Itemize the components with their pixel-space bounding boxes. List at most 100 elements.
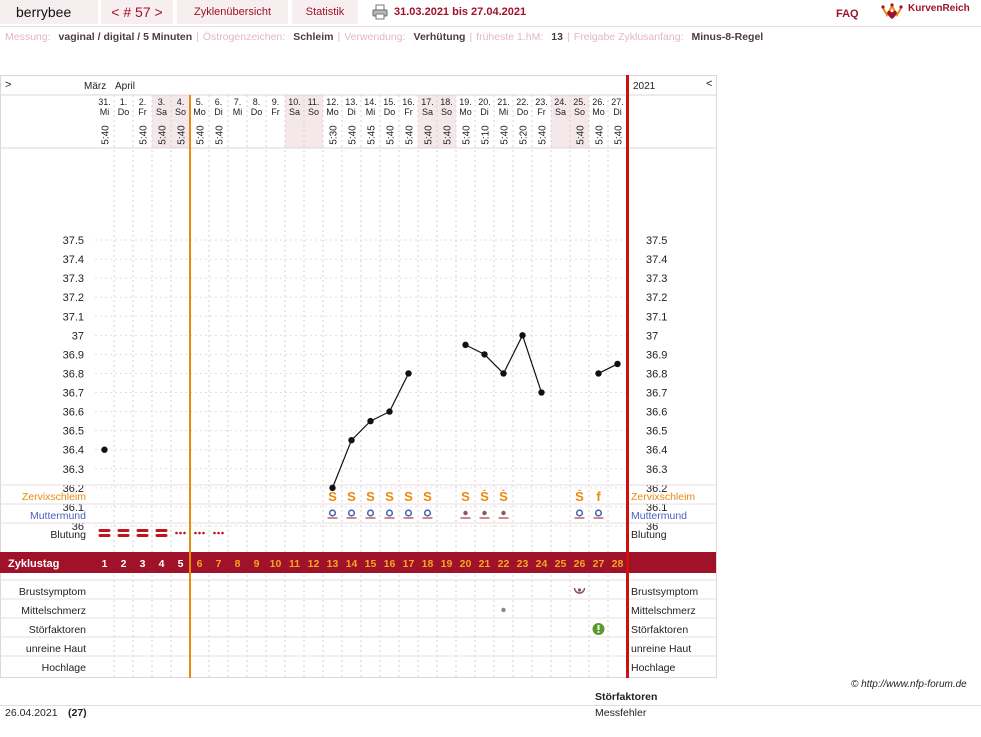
cycle-day-number: 10 <box>270 558 282 570</box>
kurvenreich-logo[interactable]: KurvenReich <box>881 2 981 20</box>
disturb-heading: Störfaktoren <box>595 691 658 703</box>
cycle-navigation[interactable]: < # 57 > <box>101 0 173 24</box>
cycle-day-number: 9 <box>254 558 260 570</box>
date-label: 10. <box>288 97 301 107</box>
chart-frame <box>0 75 717 678</box>
temperature-point[interactable] <box>519 332 526 339</box>
temperature-point[interactable] <box>462 341 469 349</box>
cycle-day-number: 21 <box>479 558 491 570</box>
date-label: 31. <box>98 97 111 107</box>
temperature-point[interactable] <box>101 446 108 453</box>
cycle-day-number: 7 <box>216 558 222 570</box>
y-tick-label: 36.3 <box>63 464 84 476</box>
prev-cycle-arrow[interactable]: > <box>5 79 11 91</box>
footer-date: 26.04.2021 <box>5 707 58 719</box>
bleeding-heavy-icon <box>117 529 130 532</box>
bleeding-spotting-icon <box>179 531 182 535</box>
date-label: 20. <box>478 97 491 107</box>
temperature-point[interactable] <box>538 389 545 396</box>
cycle-day-number: 3 <box>140 558 146 570</box>
mucus-symbol: S <box>347 489 356 504</box>
cycle-day-number: 14 <box>346 558 358 570</box>
measure-time: 5:40 <box>139 125 150 145</box>
bleeding-spotting-icon <box>194 531 197 535</box>
temperature-point[interactable] <box>500 370 507 377</box>
bleeding-heavy-icon <box>98 534 111 537</box>
temperature-point[interactable] <box>595 370 602 377</box>
row-label-breast: Brustsymptom <box>19 586 86 598</box>
weekday-label: Di <box>347 107 356 117</box>
temperature-point[interactable] <box>367 417 374 425</box>
measure-time: 5:40 <box>500 125 511 145</box>
statistics-tab[interactable]: Statistik <box>292 0 358 24</box>
mucus-symbol: S <box>423 489 432 504</box>
cycle-day-label: Zyklustag <box>8 558 59 570</box>
weekday-label: Do <box>384 107 396 117</box>
date-label: 26. <box>592 97 605 107</box>
cycle-day-number: 12 <box>308 558 320 570</box>
measure-time: 5:40 <box>595 125 606 145</box>
weekday-label: Do <box>118 107 130 117</box>
date-range: 31.03.2021 bis 27.04.2021 <box>394 6 527 18</box>
cycle-day-number: 20 <box>460 558 472 570</box>
bleeding-spotting-icon <box>183 531 186 535</box>
cervix-open-icon <box>385 509 394 517</box>
temperature-point[interactable] <box>405 370 412 377</box>
month-label: März <box>84 81 106 92</box>
cervix-open-icon <box>347 509 356 517</box>
mucus-symbol: Ṡ <box>480 489 489 504</box>
row-label-bleeding: Blutung <box>50 529 86 541</box>
measurement-label: Messung: <box>5 31 51 43</box>
bleeding-spotting-icon <box>198 531 201 535</box>
printer-icon[interactable] <box>372 4 388 20</box>
next-cycle-arrow[interactable]: < <box>706 78 712 90</box>
date-label: 12. <box>326 97 339 107</box>
weekday-label: Di <box>214 107 223 117</box>
y-tick-label-right: 36.7 <box>646 388 667 400</box>
temperature-point[interactable] <box>481 351 488 358</box>
measure-time: 5:40 <box>405 125 416 145</box>
date-label: 18. <box>440 97 453 107</box>
cycle-day-number: 16 <box>384 558 396 570</box>
mucus-symbol: S <box>366 489 375 504</box>
cycle-day-number: 15 <box>365 558 377 570</box>
cervix-open-icon <box>328 509 337 517</box>
cycle-day-number: 4 <box>159 558 165 570</box>
y-tick-label-right: 37.2 <box>646 292 667 304</box>
measure-time: 5:40 <box>348 125 359 145</box>
bleeding-spotting-icon <box>175 531 178 535</box>
row-label-mood: Hochlage <box>42 662 87 674</box>
midpain-icon <box>501 607 506 613</box>
date-label: 14. <box>364 97 377 107</box>
month-label: April <box>115 81 135 92</box>
y-tick-label-right: 36.5 <box>646 426 667 438</box>
bleeding-spotting-icon <box>221 531 224 535</box>
weekday-label: Di <box>613 107 622 117</box>
date-label: 27. <box>611 97 624 107</box>
row-label-right-cervix: Muttermund <box>631 510 687 522</box>
temperature-point[interactable] <box>614 360 621 368</box>
y-tick-label: 37.5 <box>63 235 84 247</box>
y-tick-label: 36.6 <box>63 407 84 419</box>
bleeding-spotting-icon <box>217 531 220 535</box>
date-label: 25. <box>573 97 586 107</box>
temperature-point[interactable] <box>329 484 336 492</box>
faq-link[interactable]: FAQ <box>836 2 859 26</box>
measure-time: 5:30 <box>329 125 340 145</box>
usage-value: Verhütung <box>413 31 466 43</box>
temperature-point[interactable] <box>348 437 355 444</box>
earliest-label: früheste 1.hM: <box>476 31 544 43</box>
temperature-point[interactable] <box>386 408 393 415</box>
copyright-link[interactable]: © http://www.nfp-forum.de <box>851 679 967 690</box>
measure-time: 5:40 <box>614 125 625 145</box>
y-tick-label-right: 37 <box>646 330 658 342</box>
release-label: Freigabe Zyklusanfang: <box>573 31 684 43</box>
breast-symptom-dot <box>577 588 582 592</box>
info-bar: Messung: vaginal / digital / 5 Minuten | Ös… <box>0 26 981 46</box>
y-tick-label-right: 36.8 <box>646 368 667 380</box>
cycle-day-number: 13 <box>327 558 339 570</box>
disturbance-icon-dot <box>597 631 600 633</box>
estrogen-value: Schleim <box>293 31 334 43</box>
cycle-overview-tab[interactable]: Zyklenübersicht <box>177 0 288 24</box>
y-tick-label: 36.9 <box>63 349 84 361</box>
